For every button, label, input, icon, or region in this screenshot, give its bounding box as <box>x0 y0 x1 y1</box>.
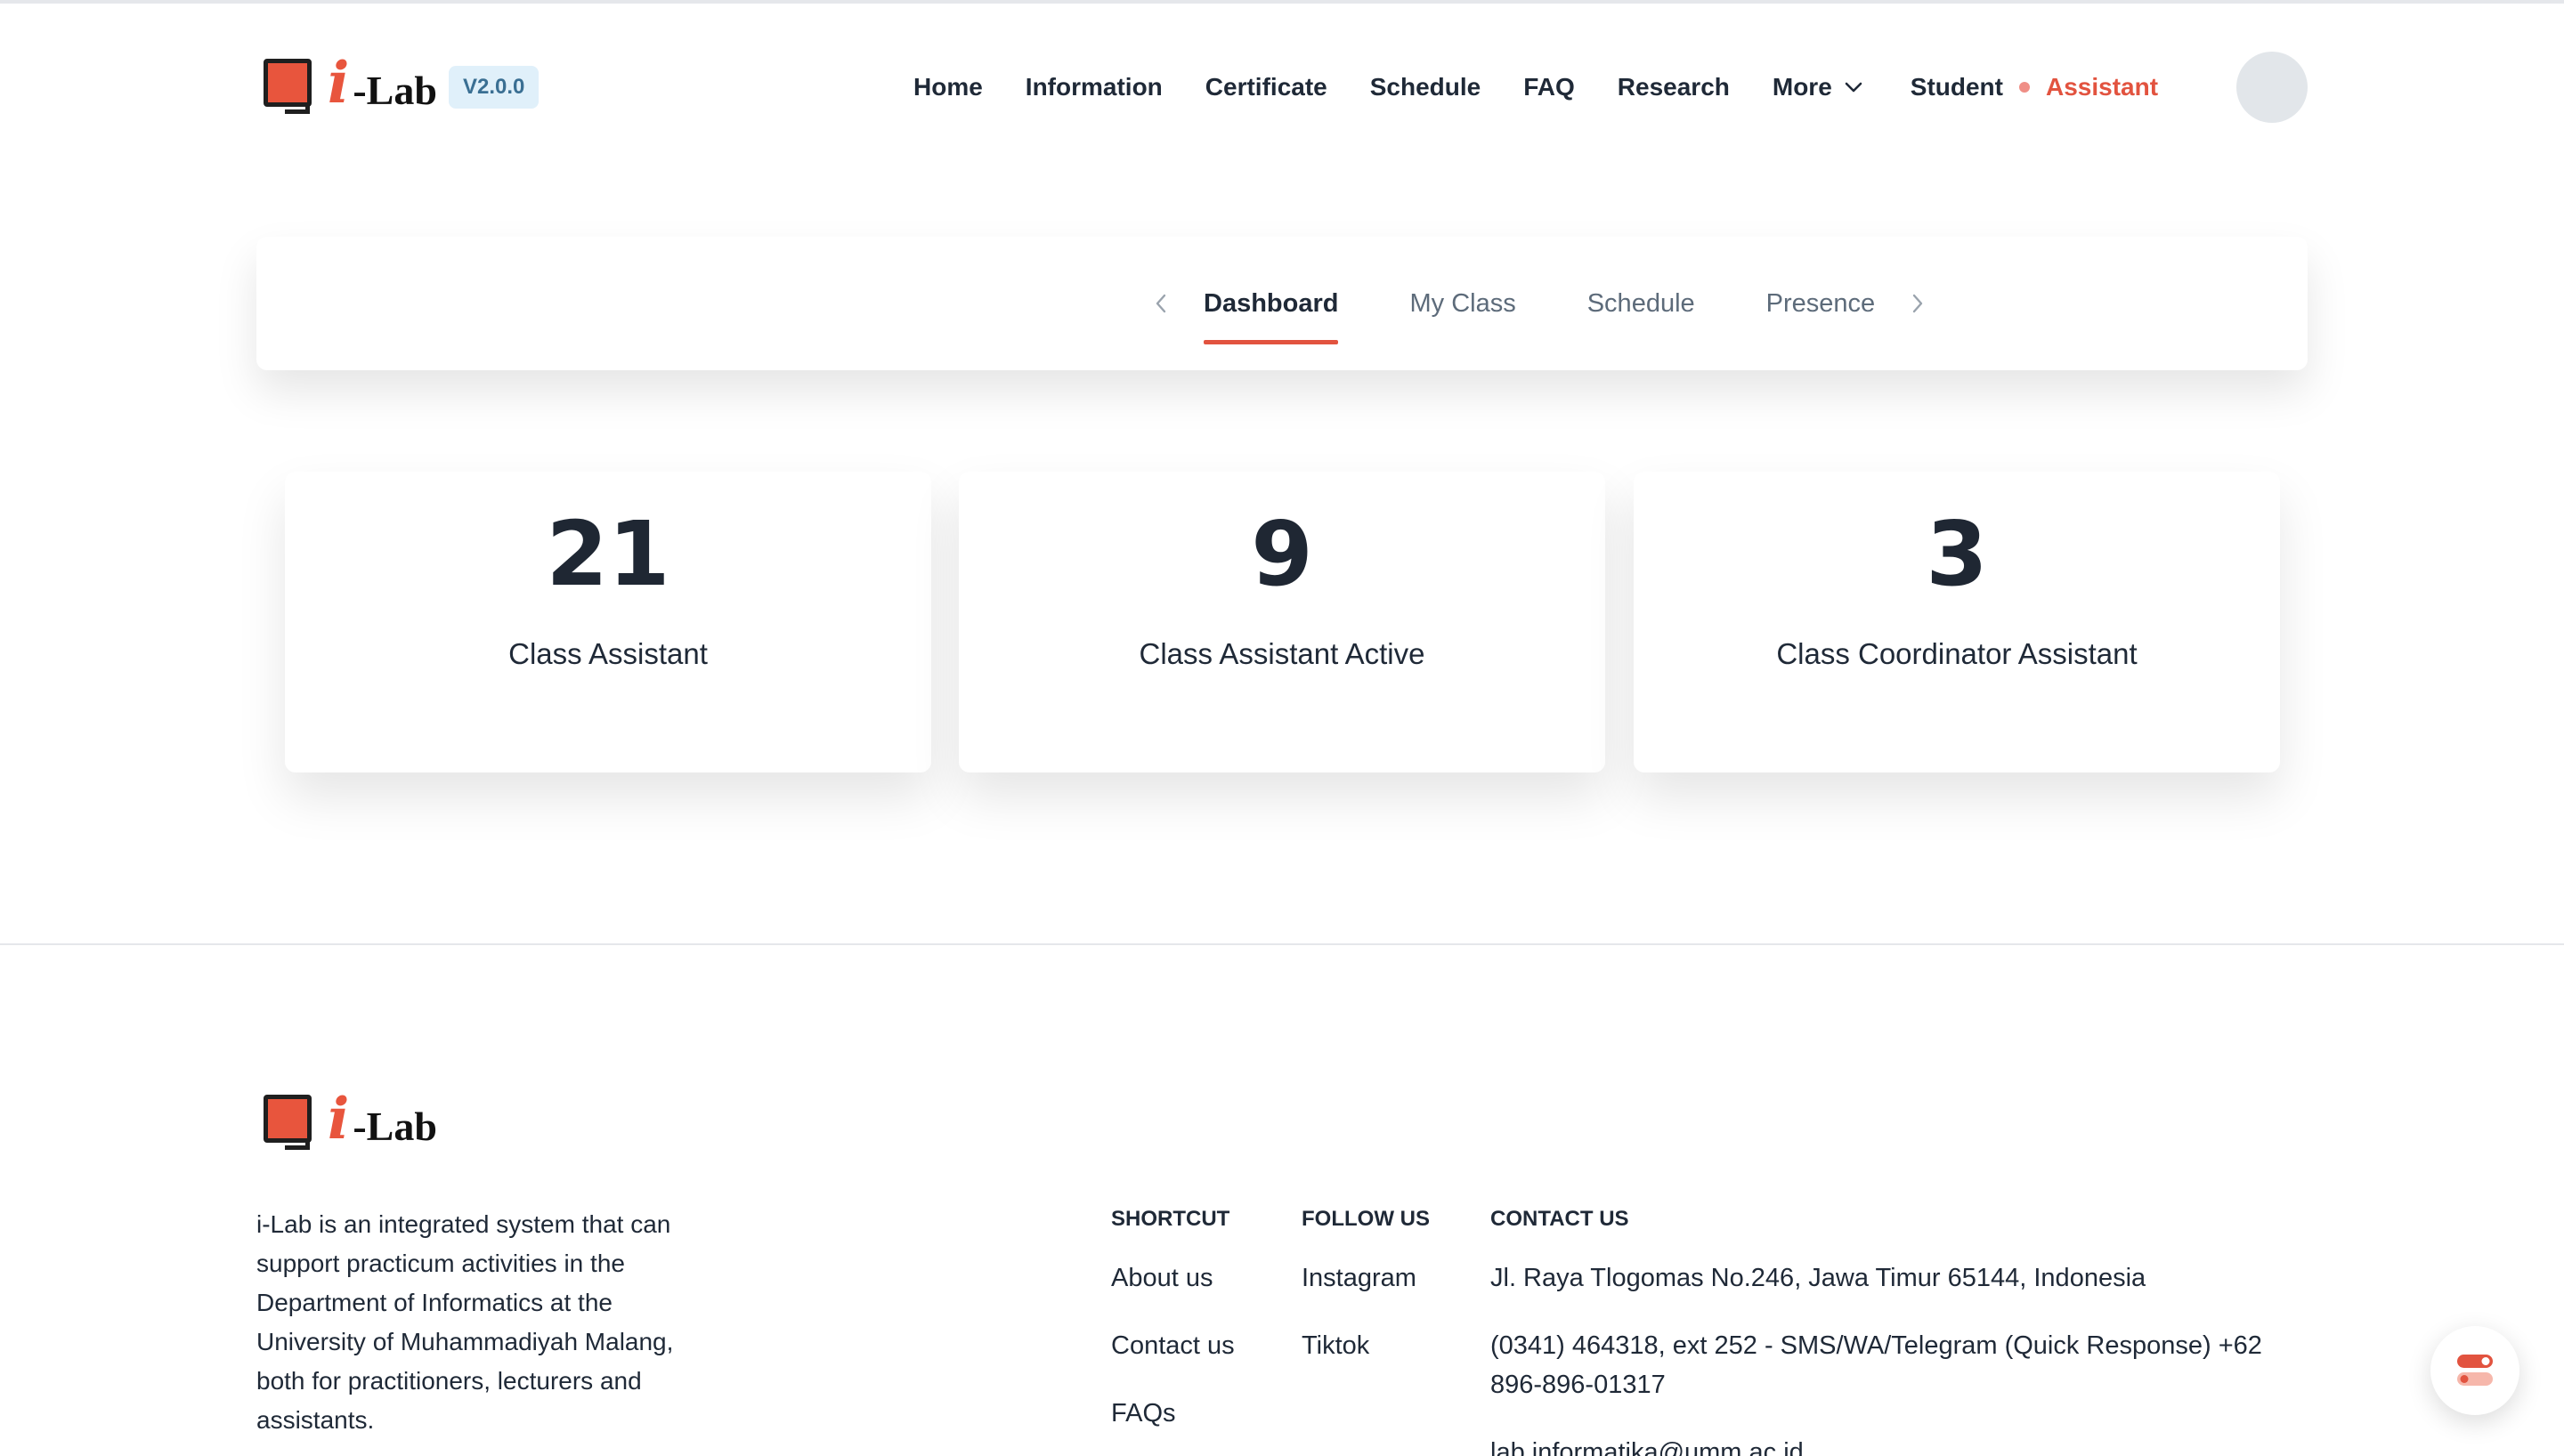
footer-link-instagram[interactable]: Instagram <box>1302 1258 1435 1298</box>
contact-title: CONTACT US <box>1490 1207 1629 1231</box>
footer-link-about-us[interactable]: About us <box>1111 1258 1245 1298</box>
contact-phone: (0341) 464318, ext 252 - SMS/WA/Telegram… <box>1490 1331 2262 1399</box>
tab-schedule[interactable]: Schedule <box>1587 237 1695 370</box>
stat-label: Class Assistant <box>508 637 708 670</box>
shortcut-title: SHORTCUT <box>1111 1207 1230 1231</box>
user-avatar[interactable] <box>2236 52 2308 123</box>
stat-card-class-assistant: 21 Class Assistant <box>285 472 931 772</box>
theme-toggle-button[interactable] <box>2430 1326 2519 1415</box>
stat-label: Class Coordinator Assistant <box>1776 637 2138 670</box>
stat-value: 3 <box>1926 502 1988 606</box>
nav-faq[interactable]: FAQ <box>1523 73 1575 101</box>
toggle-icon <box>2457 1355 2493 1386</box>
ilab-logo[interactable]: i -Lab <box>260 52 437 116</box>
footer-shortcut-column: SHORTCUT About us Contact us FAQs <box>1111 1203 1245 1433</box>
footer-link-faqs[interactable]: FAQs <box>1111 1394 1245 1433</box>
top-navbar: i -Lab V2.0.0 Home Information Certifica… <box>0 4 2564 169</box>
contact-address: Jl. Raya Tlogomas No.246, Jawa Timur 651… <box>1490 1264 2146 1292</box>
logo-i-letter: i <box>328 50 350 117</box>
role-switch: Student Assistant <box>1911 73 2158 101</box>
nav-more-label: More <box>1772 73 1832 101</box>
logo-i-letter: i <box>328 1086 350 1153</box>
logo-text: -Lab <box>353 67 437 113</box>
tab-dashboard[interactable]: Dashboard <box>1204 237 1339 370</box>
role-separator-dot <box>2019 82 2030 93</box>
nav-research[interactable]: Research <box>1618 73 1730 101</box>
chevron-down-icon <box>1845 82 1862 93</box>
stat-value: 21 <box>546 502 670 606</box>
tab-my-class[interactable]: My Class <box>1409 237 1515 370</box>
dashboard-tab-bar: Dashboard My Class Schedule Presence <box>256 237 2308 370</box>
contact-email[interactable]: lab.informatika@umm.ac.id <box>1490 1433 2274 1456</box>
site-footer: i -Lab i-Lab is an integrated system tha… <box>0 943 2564 1456</box>
tab-row: Dashboard My Class Schedule Presence <box>1150 237 1928 370</box>
nav-schedule[interactable]: Schedule <box>1370 73 1481 101</box>
role-assistant-link[interactable]: Assistant <box>2046 73 2158 101</box>
nav-more-dropdown[interactable]: More <box>1773 73 1862 101</box>
stat-label: Class Assistant Active <box>1139 637 1425 670</box>
nav-home[interactable]: Home <box>913 73 983 101</box>
monitor-logo-icon <box>260 1088 319 1152</box>
tab-presence[interactable]: Presence <box>1766 237 1876 370</box>
version-badge: V2.0.0 <box>449 66 540 109</box>
chevron-right-icon[interactable] <box>1907 293 1928 314</box>
footer-ilab-logo[interactable]: i -Lab <box>260 1088 437 1152</box>
monitor-logo-icon <box>260 52 319 116</box>
footer-link-tiktok[interactable]: Tiktok <box>1302 1326 1435 1365</box>
stat-value: 9 <box>1251 502 1313 606</box>
logo-text: -Lab <box>353 1103 437 1149</box>
follow-title: FOLLOW US <box>1302 1207 1430 1231</box>
nav-information[interactable]: Information <box>1026 73 1163 101</box>
role-student-link[interactable]: Student <box>1911 73 2003 101</box>
nav-certificate[interactable]: Certificate <box>1205 73 1327 101</box>
footer-description: i-Lab is an integrated system that can s… <box>256 1210 674 1434</box>
footer-contact-column: CONTACT US Jl. Raya Tlogomas No.246, Jaw… <box>1490 1203 2274 1456</box>
stat-card-class-assistant-active: 9 Class Assistant Active <box>959 472 1605 772</box>
main-nav: Home Information Certificate Schedule FA… <box>913 68 2158 107</box>
stat-card-class-coordinator: 3 Class Coordinator Assistant <box>1634 472 2280 772</box>
footer-follow-column: FOLLOW US Instagram Tiktok <box>1302 1203 1435 1365</box>
chevron-left-icon[interactable] <box>1150 293 1172 314</box>
